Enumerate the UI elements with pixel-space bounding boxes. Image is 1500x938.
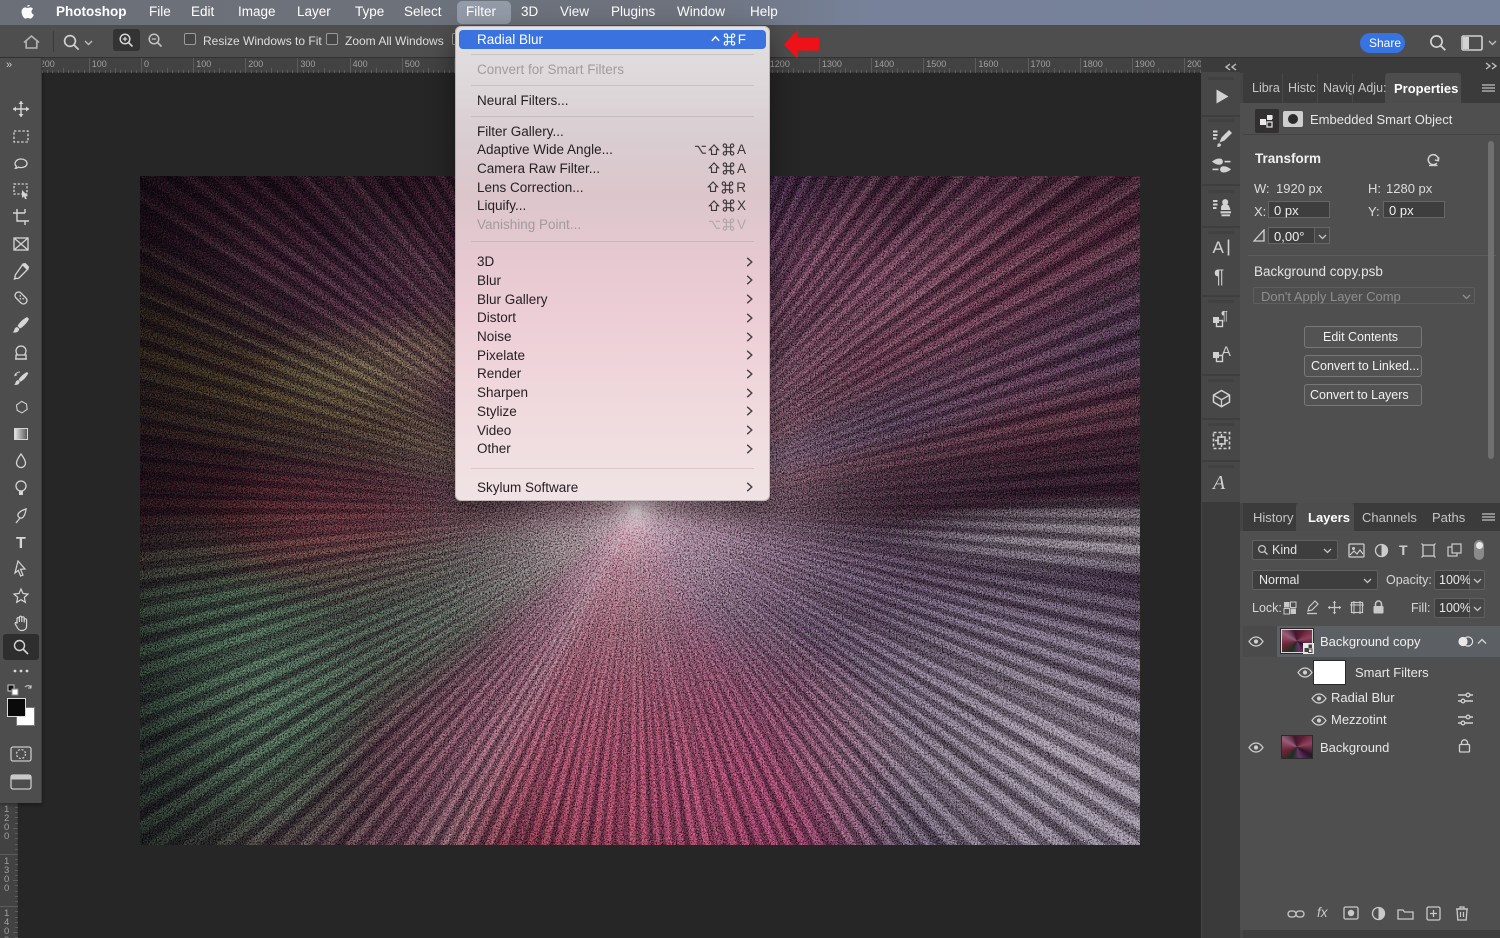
svg-text:¶: ¶ — [1214, 267, 1224, 288]
svg-text:¶: ¶ — [1221, 308, 1228, 323]
svg-text:A: A — [1222, 343, 1232, 359]
svg-text:A: A — [1213, 238, 1225, 257]
svg-text:A: A — [1211, 472, 1226, 494]
svg-text:T: T — [16, 535, 26, 551]
